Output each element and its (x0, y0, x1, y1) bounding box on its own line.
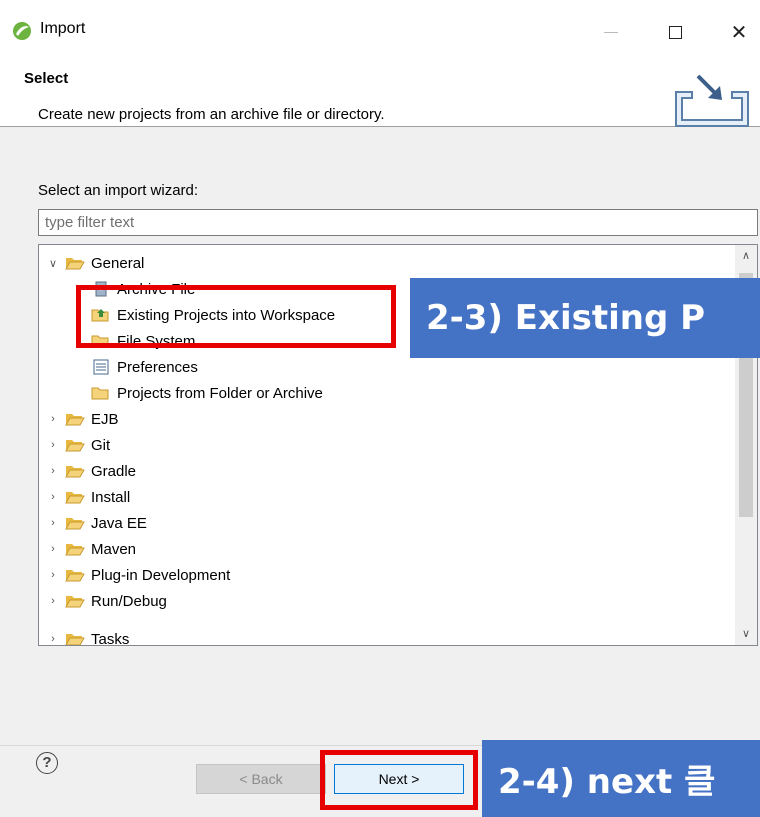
minimize-icon (604, 31, 618, 33)
help-icon[interactable]: ? (36, 752, 58, 774)
folder-open-icon (65, 570, 85, 582)
tree-item-git[interactable]: › Git (45, 432, 110, 458)
maximize-icon (668, 25, 682, 39)
page-description: Create new projects from an archive file… (38, 106, 385, 123)
tree-item-gradle[interactable]: › Gradle (45, 458, 136, 484)
chevron-right-icon[interactable]: › (45, 543, 61, 555)
tree-item-label: EJB (91, 410, 119, 428)
scroll-up-icon[interactable]: ∧ (735, 245, 757, 267)
title-bar: Import ✕ (0, 0, 760, 58)
wizard-label: Select an import wizard: (38, 182, 199, 199)
chevron-right-icon[interactable]: › (45, 569, 61, 581)
folder-open-icon (65, 544, 85, 556)
tree-item-projects-from-folder[interactable]: Projects from Folder or Archive (91, 380, 323, 406)
chevron-right-icon[interactable]: › (45, 595, 61, 607)
tree-item-label: Run/Debug (91, 592, 167, 610)
tree-item-label: General (91, 254, 145, 272)
chevron-right-icon[interactable]: › (45, 491, 61, 503)
tree-item-install[interactable]: › Install (45, 484, 130, 510)
preferences-icon (93, 359, 109, 375)
folder-open-icon (65, 258, 85, 270)
tree-item-label: Java EE (91, 514, 147, 532)
maximize-button[interactable] (652, 14, 698, 50)
tree-item-label: Projects from Folder or Archive (117, 384, 323, 402)
minimize-button[interactable] (588, 14, 634, 50)
tree-item-ejb[interactable]: › EJB (45, 406, 119, 432)
eclipse-logo-icon (13, 22, 31, 40)
tree-item-java-ee[interactable]: › Java EE (45, 510, 147, 536)
wizard-banner: Select Create new projects from an archi… (0, 58, 760, 127)
tree-item-preferences[interactable]: Preferences (91, 354, 198, 380)
tree-item-label: Git (91, 436, 111, 454)
import-wizard-icon (675, 74, 749, 127)
scroll-down-icon[interactable]: ∨ (735, 623, 757, 645)
tree-item-label: Install (91, 488, 131, 506)
folder-icon (91, 387, 109, 400)
tree-item-maven[interactable]: › Maven (45, 536, 136, 562)
filter-input[interactable] (38, 209, 758, 236)
chevron-right-icon[interactable]: › (45, 439, 61, 451)
chevron-down-icon[interactable]: ∨ (45, 257, 61, 270)
chevron-right-icon[interactable]: › (45, 517, 61, 529)
highlight-box-next-button (320, 750, 478, 810)
tree-item-label: Tasks (91, 630, 130, 646)
chevron-right-icon[interactable]: › (45, 413, 61, 425)
close-button[interactable]: ✕ (716, 14, 760, 50)
tree-item-label: Gradle (91, 462, 137, 480)
highlight-box-existing-projects (76, 285, 396, 348)
close-icon: ✕ (730, 21, 748, 44)
page-title: Select (24, 70, 69, 87)
tree-item-label: Maven (91, 540, 137, 558)
tree-item-run-debug[interactable]: › Run/Debug (45, 588, 167, 614)
tree-item-label: Preferences (117, 358, 198, 376)
callout-step-2-3: 2-3) Existing P (410, 278, 760, 358)
folder-open-icon (65, 440, 85, 452)
folder-open-icon (65, 492, 85, 504)
tree-item-label: Plug-in Development (91, 566, 231, 584)
folder-open-icon (65, 596, 85, 608)
window-title: Import (40, 20, 86, 37)
tree-item-plug-in-development[interactable]: › Plug-in Development (45, 562, 230, 588)
import-dialog: Import ✕ Select Create new projects from… (0, 0, 760, 817)
folder-open-icon (65, 414, 85, 426)
back-button[interactable]: < Back (196, 764, 326, 794)
folder-open-icon (65, 518, 85, 530)
chevron-right-icon[interactable]: › (45, 633, 61, 645)
chevron-right-icon[interactable]: › (45, 465, 61, 477)
folder-open-icon (65, 634, 85, 645)
tree-item-tasks[interactable]: › Tasks (45, 626, 130, 646)
folder-open-icon (65, 466, 85, 478)
callout-step-2-4: 2-4) next 클 (482, 740, 760, 817)
tree-item-general[interactable]: ∨ General (45, 250, 144, 276)
